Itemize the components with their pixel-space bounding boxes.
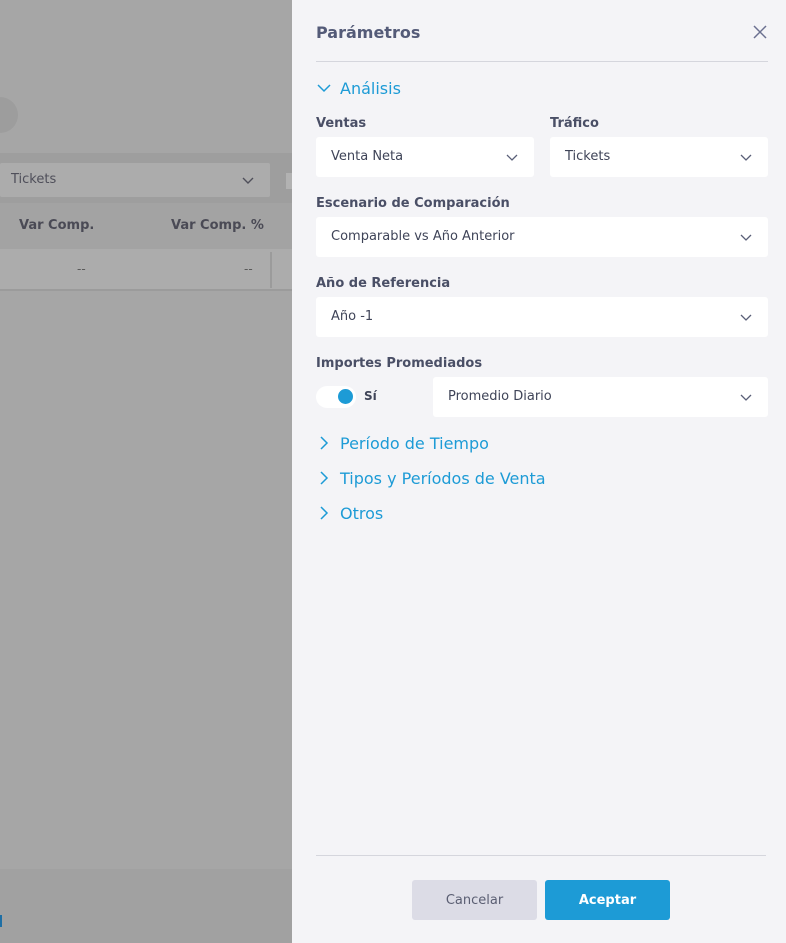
escenario-label: Escenario de Comparación bbox=[316, 196, 510, 211]
chevron-down-icon bbox=[740, 234, 752, 241]
section-tipos-periodos-label: Tipos y Períodos de Venta bbox=[340, 468, 546, 488]
background-select-label: Tickets bbox=[11, 172, 57, 187]
background-row-separator bbox=[270, 252, 272, 288]
background-footer bbox=[0, 869, 292, 943]
ventas-label: Ventas bbox=[316, 116, 367, 131]
toggle-label: Sí bbox=[364, 389, 377, 403]
importes-promediados-label: Importes Promediados bbox=[316, 356, 483, 371]
chevron-down-icon bbox=[740, 154, 752, 161]
section-analisis-toggle[interactable]: Análisis bbox=[316, 76, 401, 100]
chevron-down-icon bbox=[740, 314, 752, 321]
parameters-panel: Parámetros Análisis Ventas Venta Neta Tr… bbox=[292, 0, 786, 943]
section-otros-label: Otros bbox=[340, 503, 384, 523]
header-divider bbox=[316, 61, 768, 62]
importes-promediados-toggle[interactable] bbox=[316, 386, 356, 408]
promedio-select-value: Promedio Diario bbox=[448, 389, 552, 404]
trafico-label: Tráfico bbox=[550, 116, 599, 131]
section-periodo-tiempo-label: Período de Tiempo bbox=[340, 433, 489, 453]
footer-divider bbox=[316, 855, 766, 856]
toggle-knob bbox=[338, 389, 353, 404]
section-analisis-label: Análisis bbox=[340, 78, 401, 98]
ventas-select[interactable]: Venta Neta bbox=[316, 137, 534, 177]
chevron-down-icon bbox=[317, 84, 331, 93]
panel-title: Parámetros bbox=[316, 23, 421, 42]
promedio-select[interactable]: Promedio Diario bbox=[433, 377, 768, 417]
background-cell-value: -- bbox=[77, 262, 86, 276]
background-tickets-select: Tickets bbox=[0, 163, 270, 197]
escenario-select[interactable]: Comparable vs Año Anterior bbox=[316, 217, 768, 257]
background-accent-mark bbox=[0, 915, 2, 927]
accept-button[interactable]: Aceptar bbox=[545, 880, 670, 920]
anio-referencia-select-value: Año -1 bbox=[331, 309, 374, 324]
chevron-down-icon bbox=[242, 177, 254, 184]
anio-referencia-label: Año de Referencia bbox=[316, 276, 451, 291]
chevron-right-icon bbox=[320, 436, 329, 450]
section-otros-toggle[interactable]: Otros bbox=[316, 501, 383, 525]
chevron-right-icon bbox=[320, 506, 329, 520]
background-app: Tickets Var Comp. Var Comp. % -- -- bbox=[0, 0, 292, 943]
ventas-select-value: Venta Neta bbox=[331, 149, 404, 164]
section-periodo-tiempo-toggle[interactable]: Período de Tiempo bbox=[316, 431, 489, 455]
background-col-var-comp: Var Comp. bbox=[19, 218, 95, 233]
chevron-down-icon bbox=[740, 394, 752, 401]
trafico-select[interactable]: Tickets bbox=[550, 137, 768, 177]
background-col-var-comp-pct: Var Comp. % bbox=[171, 218, 264, 233]
background-pill bbox=[0, 97, 18, 133]
chevron-down-icon bbox=[506, 154, 518, 161]
anio-referencia-select[interactable]: Año -1 bbox=[316, 297, 768, 337]
chevron-right-icon bbox=[320, 471, 329, 485]
close-icon[interactable] bbox=[750, 22, 770, 42]
escenario-select-value: Comparable vs Año Anterior bbox=[331, 229, 515, 244]
section-tipos-periodos-toggle[interactable]: Tipos y Períodos de Venta bbox=[316, 466, 546, 490]
cancel-button[interactable]: Cancelar bbox=[412, 880, 537, 920]
background-cell-value: -- bbox=[244, 262, 253, 276]
trafico-select-value: Tickets bbox=[565, 149, 611, 164]
